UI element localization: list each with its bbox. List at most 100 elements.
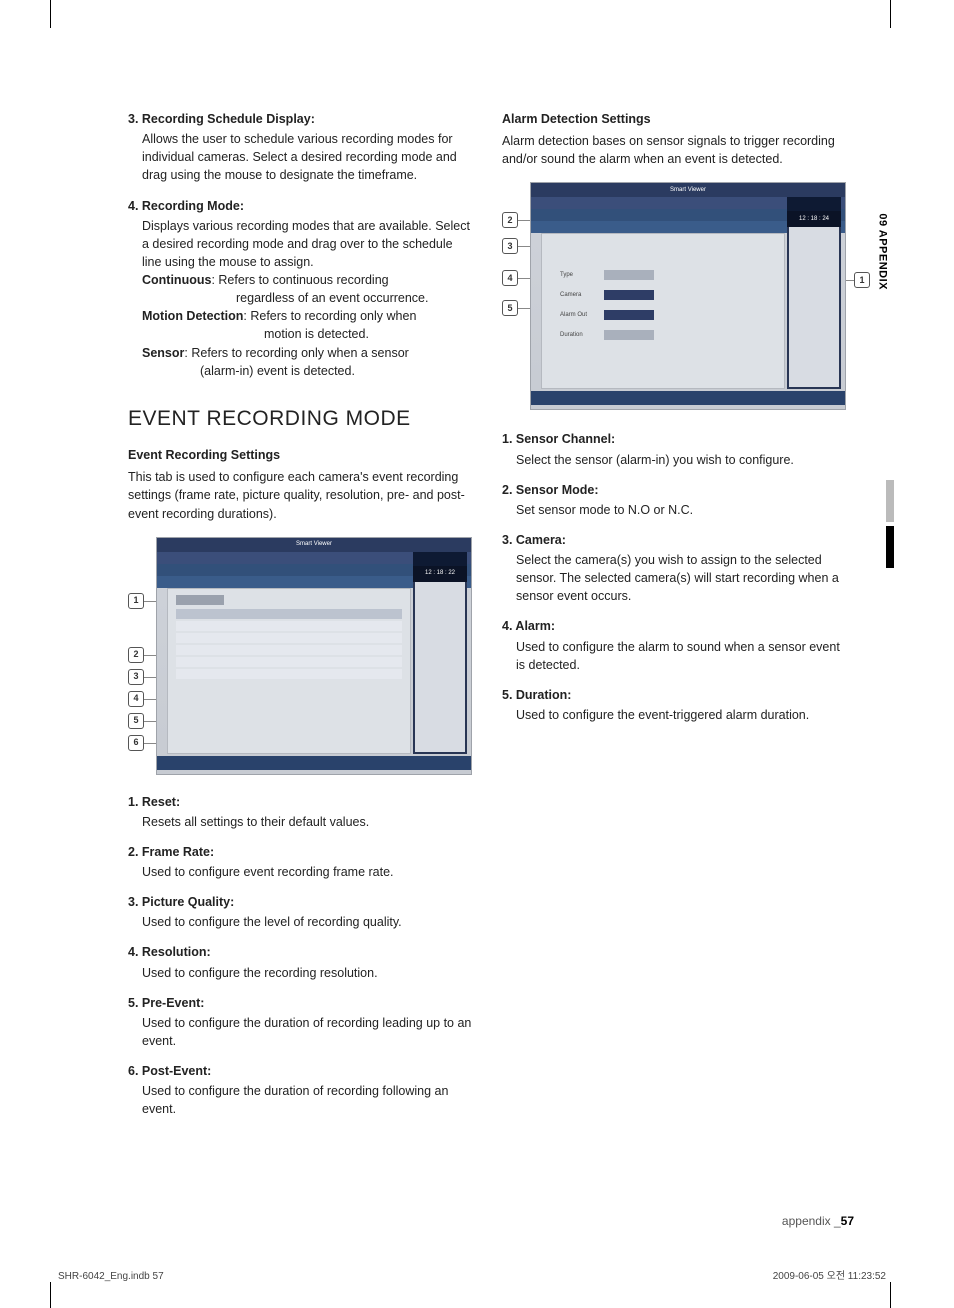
line-mock: Type	[560, 270, 654, 280]
right-column: Alarm Detection Settings Alarm detection…	[502, 110, 848, 1130]
table-row	[176, 645, 402, 655]
mode-label: Continuous	[142, 273, 211, 287]
item-body: Used to configure event recording frame …	[128, 863, 474, 881]
table-mock	[176, 609, 402, 681]
item-reset: 1. Reset: Resets all settings to their d…	[128, 793, 474, 831]
side-panel-mock: 12 : 18 : 24	[787, 197, 841, 389]
section-heading: EVENT RECORDING MODE	[128, 404, 474, 434]
logo-mock	[787, 197, 841, 211]
item-alarm: 4. Alarm: Used to configure the alarm to…	[502, 617, 848, 673]
item-sensor-mode: 2. Sensor Mode: Set sensor mode to N.O o…	[502, 481, 848, 519]
item-body: Used to configure the duration of record…	[128, 1082, 474, 1118]
item-picture-quality: 3. Picture Quality: Used to configure th…	[128, 893, 474, 931]
item-sensor-channel: 1. Sensor Channel: Select the sensor (al…	[502, 430, 848, 468]
item-title: 5. Pre-Event:	[128, 994, 474, 1012]
table-row	[176, 657, 402, 667]
item-body: Used to configure the level of recording…	[128, 913, 474, 931]
callout-line	[144, 655, 156, 656]
item-duration: 5. Duration: Used to configure the event…	[502, 686, 848, 724]
callout-line	[144, 699, 156, 700]
item-title: 4. Recording Mode:	[128, 197, 474, 215]
item-title: 1. Sensor Channel:	[502, 430, 848, 448]
table-row	[176, 669, 402, 679]
crop-mark	[50, 0, 51, 28]
settings-stack-mock: Type Camera Alarm Out Duration	[560, 270, 654, 340]
callout-line	[846, 280, 854, 281]
figure-alarm-detection: 2 3 4 5 1 Smart Viewer	[502, 182, 848, 412]
chip-mock	[604, 310, 654, 320]
mode-continuous: Continuous: Refers to continuous recordi…	[128, 271, 474, 307]
item-frame-rate: 2. Frame Rate: Used to configure event r…	[128, 843, 474, 881]
chip-mock	[604, 290, 654, 300]
callout-line	[144, 677, 156, 678]
item-body: Resets all settings to their default val…	[128, 813, 474, 831]
mode-sensor: Sensor: Refers to recording only when a …	[128, 344, 474, 380]
page-footer: appendix _57	[782, 1213, 854, 1230]
screenshot-mock: Smart Viewer	[156, 537, 472, 775]
item-body: Used to configure the duration of record…	[128, 1014, 474, 1050]
window-titlebar: Smart Viewer	[157, 538, 471, 552]
line-mock: Camera	[560, 290, 654, 300]
screenshot-mock: Smart Viewer Type Camera Alarm Out Durat…	[530, 182, 846, 410]
item-body: Select the camera(s) you wish to assign …	[502, 551, 848, 605]
footer-label: appendix _	[782, 1214, 841, 1228]
callout-6: 6	[128, 735, 144, 751]
item-body: Allows the user to schedule various reco…	[128, 130, 474, 184]
crop-mark	[890, 1282, 891, 1308]
callout-line	[144, 743, 156, 744]
crop-mark	[890, 0, 891, 28]
item-body: Used to configure the event-triggered al…	[502, 706, 848, 724]
item-title: 4. Resolution:	[128, 943, 474, 961]
callout-5: 5	[502, 300, 518, 316]
subhead: Alarm Detection Settings	[502, 110, 848, 128]
item-resolution: 4. Resolution: Used to configure the rec…	[128, 943, 474, 981]
crop-mark	[50, 1282, 51, 1308]
page-content: 3. Recording Schedule Display: Allows th…	[128, 110, 848, 1130]
callout-line	[518, 308, 530, 309]
item-body: Set sensor mode to N.O or N.C.	[502, 501, 848, 519]
item-body: Used to configure the alarm to sound whe…	[502, 638, 848, 674]
chip-mock	[604, 270, 654, 280]
line-mock: Alarm Out	[560, 310, 654, 320]
thumb-mark-active	[886, 526, 894, 568]
thumb-index	[886, 480, 896, 572]
item-camera: 3. Camera: Select the camera(s) you wish…	[502, 531, 848, 606]
item-title: 6. Post-Event:	[128, 1062, 474, 1080]
callout-line	[518, 220, 530, 221]
item-title: 1. Reset:	[128, 793, 474, 811]
callout-line	[144, 601, 156, 602]
item-recording-schedule: 3. Recording Schedule Display: Allows th…	[128, 110, 474, 185]
item-title: 4. Alarm:	[502, 617, 848, 635]
item-title: 5. Duration:	[502, 686, 848, 704]
clock-mock: 12 : 18 : 22	[413, 566, 467, 582]
print-info-right: 2009-06-05 오전 11:23:52	[773, 1270, 886, 1285]
item-body: Select the sensor (alarm-in) you wish to…	[502, 451, 848, 469]
page-number: 57	[841, 1214, 854, 1228]
chapter-tab: 09 APPENDIX	[874, 213, 890, 290]
callout-line	[144, 721, 156, 722]
subhead-body: Alarm detection bases on sensor signals …	[502, 132, 848, 168]
item-title: 2. Frame Rate:	[128, 843, 474, 861]
table-row	[176, 633, 402, 643]
item-body: Displays various recording modes that ar…	[128, 217, 474, 271]
print-info-left: SHR-6042_Eng.indb 57	[58, 1270, 164, 1285]
item-recording-mode: 4. Recording Mode: Displays various reco…	[128, 197, 474, 380]
callout-2: 2	[128, 647, 144, 663]
window-titlebar: Smart Viewer	[531, 183, 845, 197]
thumb-mark	[886, 480, 894, 522]
item-title: 3. Recording Schedule Display:	[128, 110, 474, 128]
chip-mock	[604, 330, 654, 340]
tree-mock	[789, 227, 839, 387]
default-button-mock	[176, 595, 224, 605]
callout-4: 4	[502, 270, 518, 286]
callout-line	[518, 278, 530, 279]
item-post-event: 6. Post-Event: Used to configure the dur…	[128, 1062, 474, 1118]
item-body: Used to configure the recording resoluti…	[128, 964, 474, 982]
tree-mock	[415, 582, 465, 752]
body-area-mock	[167, 588, 411, 754]
item-pre-event: 5. Pre-Event: Used to configure the dura…	[128, 994, 474, 1050]
mode-desc-cont: (alarm-in) event is detected.	[200, 362, 474, 380]
callout-2: 2	[502, 212, 518, 228]
mode-desc-cont: regardless of an event occurrence.	[236, 289, 474, 307]
mode-desc-cont: motion is detected.	[264, 325, 474, 343]
